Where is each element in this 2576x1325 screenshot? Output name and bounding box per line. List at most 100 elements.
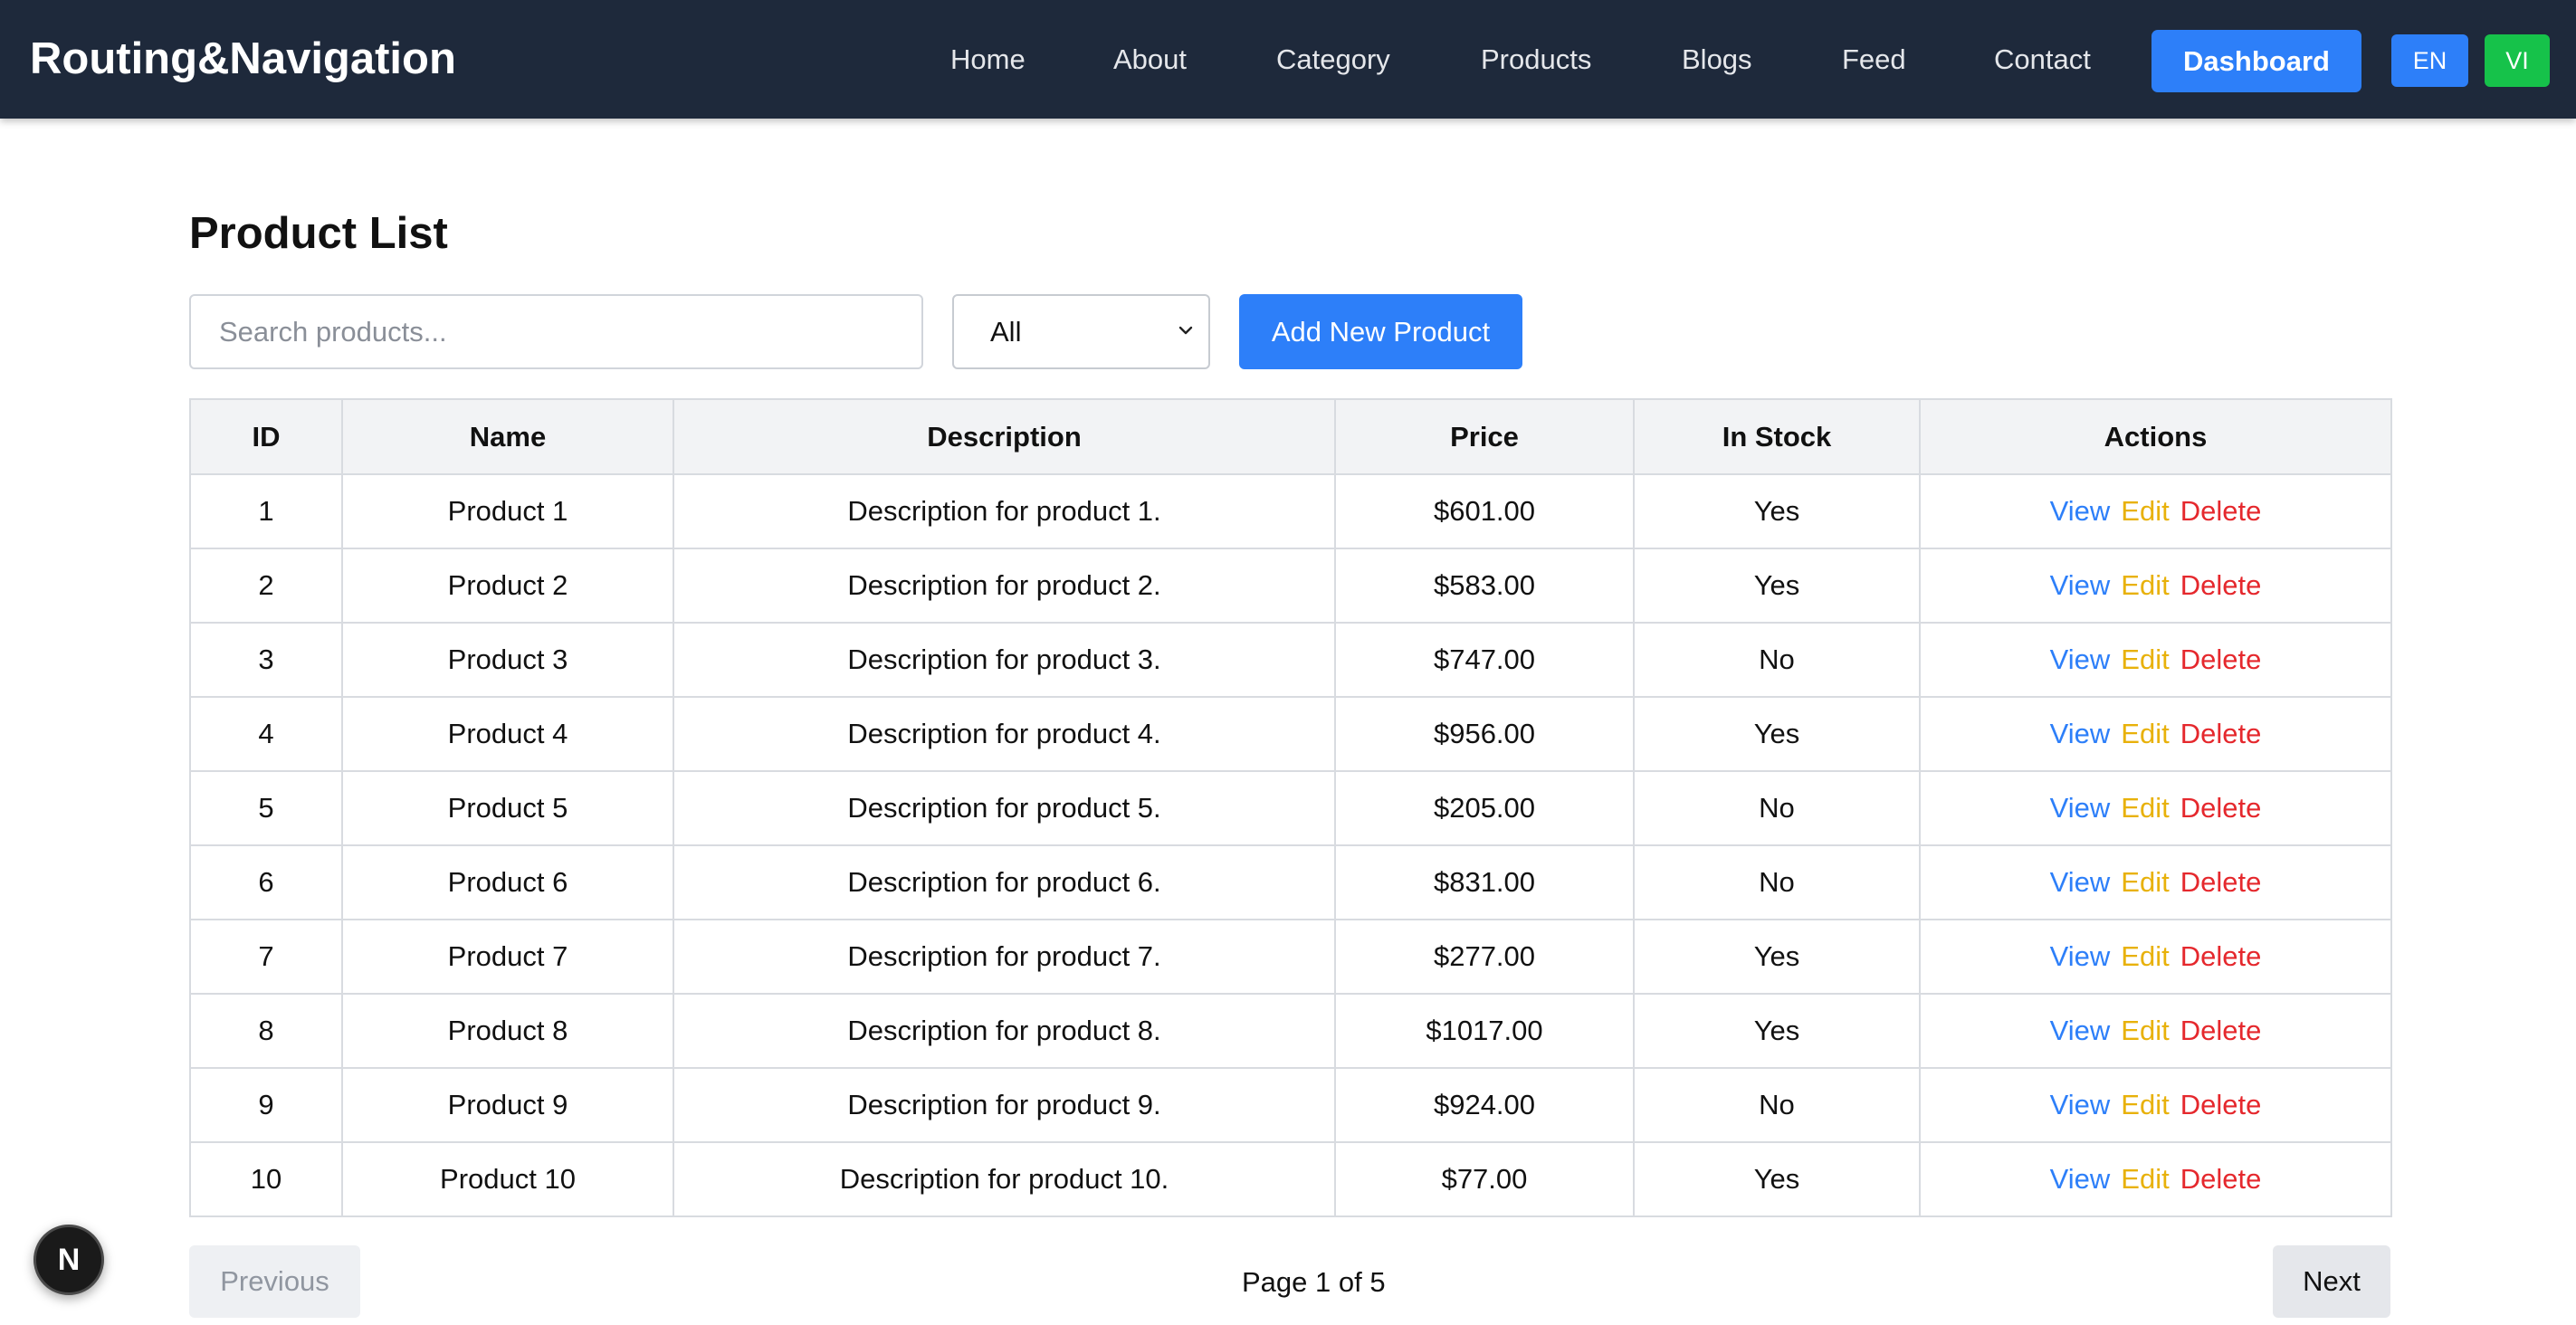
cell-in-stock: Yes bbox=[1633, 919, 1921, 995]
table-row: 2 Product 2 Description for product 2. $583… bbox=[189, 548, 2392, 624]
column-header-description: Description bbox=[673, 398, 1336, 475]
edit-link[interactable]: Edit bbox=[2121, 1163, 2169, 1195]
delete-link[interactable]: Delete bbox=[2180, 643, 2262, 675]
view-link[interactable]: View bbox=[2050, 940, 2111, 972]
stock-filter-select[interactable]: All bbox=[952, 294, 1210, 369]
delete-link[interactable]: Delete bbox=[2180, 866, 2262, 898]
view-link[interactable]: View bbox=[2050, 1015, 2111, 1046]
nav-link-home[interactable]: Home bbox=[950, 42, 1026, 78]
page-indicator: Page 1 of 5 bbox=[1242, 1266, 1386, 1298]
brand-logo-text[interactable]: Routing&Navigation bbox=[30, 33, 456, 85]
cell-description: Description for product 1. bbox=[673, 473, 1336, 549]
language-en-button[interactable]: EN bbox=[2391, 34, 2468, 87]
nav-link-blogs[interactable]: Blogs bbox=[1682, 42, 1752, 78]
search-input[interactable] bbox=[189, 294, 923, 369]
cell-description: Description for product 7. bbox=[673, 919, 1336, 995]
nav-link-products[interactable]: Products bbox=[1481, 42, 1591, 78]
delete-link[interactable]: Delete bbox=[2180, 1015, 2262, 1046]
cell-in-stock: Yes bbox=[1633, 473, 1921, 549]
view-link[interactable]: View bbox=[2050, 1089, 2111, 1120]
cell-description: Description for product 3. bbox=[673, 622, 1336, 698]
table-header-row: ID Name Description Price In Stock Actio… bbox=[189, 398, 2392, 475]
dashboard-button[interactable]: Dashboard bbox=[2151, 30, 2361, 92]
previous-page-button[interactable]: Previous bbox=[189, 1245, 360, 1318]
column-header-in-stock: In Stock bbox=[1633, 398, 1921, 475]
cell-in-stock: Yes bbox=[1633, 993, 1921, 1069]
edit-link[interactable]: Edit bbox=[2121, 643, 2169, 675]
cell-in-stock: Yes bbox=[1633, 548, 1921, 624]
edit-link[interactable]: Edit bbox=[2121, 1089, 2169, 1120]
cell-id: 5 bbox=[189, 770, 343, 846]
table-body: 1 Product 1 Description for product 1. $601… bbox=[189, 473, 2392, 1217]
cell-id: 3 bbox=[189, 622, 343, 698]
cell-in-stock: No bbox=[1633, 844, 1921, 920]
table-row: 8 Product 8 Description for product 8. $101… bbox=[189, 993, 2392, 1069]
table-row: 9 Product 9 Description for product 9. $924… bbox=[189, 1067, 2392, 1143]
edit-link[interactable]: Edit bbox=[2121, 569, 2169, 601]
cell-name: Product 3 bbox=[341, 622, 674, 698]
cell-price: $205.00 bbox=[1334, 770, 1635, 846]
dev-badge-letter: N bbox=[57, 1242, 81, 1277]
cell-description: Description for product 9. bbox=[673, 1067, 1336, 1143]
filter-selected-value: All bbox=[990, 315, 1022, 348]
cell-name: Product 1 bbox=[341, 473, 674, 549]
delete-link[interactable]: Delete bbox=[2180, 1089, 2262, 1120]
nav-link-contact[interactable]: Contact bbox=[1994, 42, 2091, 78]
chevron-down-icon bbox=[1178, 326, 1193, 335]
column-header-actions: Actions bbox=[1919, 398, 2392, 475]
table-row: 5 Product 5 Description for product 5. $205… bbox=[189, 770, 2392, 846]
edit-link[interactable]: Edit bbox=[2121, 495, 2169, 527]
cell-description: Description for product 10. bbox=[673, 1141, 1336, 1217]
delete-link[interactable]: Delete bbox=[2180, 495, 2262, 527]
table-row: 6 Product 6 Description for product 6. $831… bbox=[189, 844, 2392, 920]
cell-price: $583.00 bbox=[1334, 548, 1635, 624]
table-row: 3 Product 3 Description for product 3. $747… bbox=[189, 622, 2392, 698]
view-link[interactable]: View bbox=[2050, 569, 2111, 601]
table-row: 4 Product 4 Description for product 4. $956… bbox=[189, 696, 2392, 772]
delete-link[interactable]: Delete bbox=[2180, 569, 2262, 601]
cell-actions: View Edit Delete bbox=[1919, 473, 2392, 549]
cell-price: $277.00 bbox=[1334, 919, 1635, 995]
edit-link[interactable]: Edit bbox=[2121, 866, 2169, 898]
nav-link-category[interactable]: Category bbox=[1276, 42, 1390, 78]
next-page-button[interactable]: Next bbox=[2273, 1245, 2390, 1318]
cell-id: 6 bbox=[189, 844, 343, 920]
view-link[interactable]: View bbox=[2050, 792, 2111, 824]
nav-link-about[interactable]: About bbox=[1113, 42, 1187, 78]
column-header-id: ID bbox=[189, 398, 343, 475]
cell-description: Description for product 6. bbox=[673, 844, 1336, 920]
cell-in-stock: No bbox=[1633, 1067, 1921, 1143]
cell-name: Product 9 bbox=[341, 1067, 674, 1143]
cell-in-stock: No bbox=[1633, 622, 1921, 698]
view-link[interactable]: View bbox=[2050, 718, 2111, 749]
delete-link[interactable]: Delete bbox=[2180, 792, 2262, 824]
view-link[interactable]: View bbox=[2050, 643, 2111, 675]
cell-price: $747.00 bbox=[1334, 622, 1635, 698]
delete-link[interactable]: Delete bbox=[2180, 718, 2262, 749]
top-navbar: Routing&Navigation Home About Category P… bbox=[0, 0, 2576, 119]
cell-price: $831.00 bbox=[1334, 844, 1635, 920]
column-header-price: Price bbox=[1334, 398, 1635, 475]
delete-link[interactable]: Delete bbox=[2180, 1163, 2262, 1195]
cell-price: $924.00 bbox=[1334, 1067, 1635, 1143]
view-link[interactable]: View bbox=[2050, 1163, 2111, 1195]
edit-link[interactable]: Edit bbox=[2121, 718, 2169, 749]
edit-link[interactable]: Edit bbox=[2121, 792, 2169, 824]
cell-id: 2 bbox=[189, 548, 343, 624]
cell-actions: View Edit Delete bbox=[1919, 696, 2392, 772]
view-link[interactable]: View bbox=[2050, 495, 2111, 527]
edit-link[interactable]: Edit bbox=[2121, 1015, 2169, 1046]
add-new-product-button[interactable]: Add New Product bbox=[1239, 294, 1522, 369]
view-link[interactable]: View bbox=[2050, 866, 2111, 898]
cell-actions: View Edit Delete bbox=[1919, 1141, 2392, 1217]
nextjs-logo-icon[interactable]: N bbox=[33, 1225, 104, 1295]
cell-name: Product 2 bbox=[341, 548, 674, 624]
cell-id: 9 bbox=[189, 1067, 343, 1143]
edit-link[interactable]: Edit bbox=[2121, 940, 2169, 972]
cell-actions: View Edit Delete bbox=[1919, 622, 2392, 698]
nav-link-feed[interactable]: Feed bbox=[1842, 42, 1906, 78]
delete-link[interactable]: Delete bbox=[2180, 940, 2262, 972]
cell-price: $77.00 bbox=[1334, 1141, 1635, 1217]
cell-price: $1017.00 bbox=[1334, 993, 1635, 1069]
language-vi-button[interactable]: VI bbox=[2485, 34, 2550, 87]
